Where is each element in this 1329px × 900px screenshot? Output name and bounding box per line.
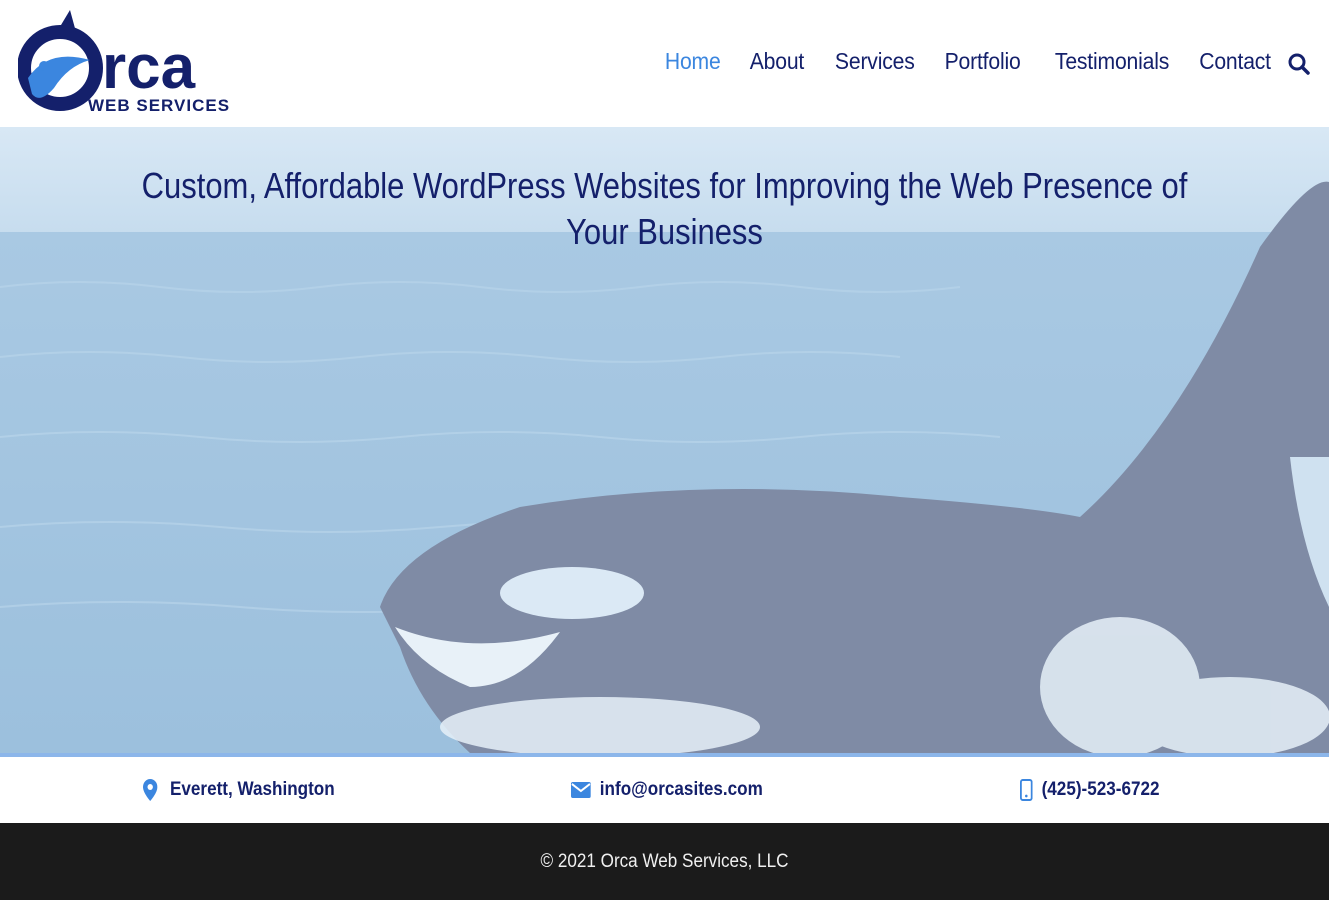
orca-logo[interactable]: rca WEB SERVICES xyxy=(17,8,238,118)
mobile-phone-icon xyxy=(1020,779,1033,801)
hero-title: Custom, Affordable WordPress Websites fo… xyxy=(141,165,1188,252)
logo-subtitle: WEB SERVICES xyxy=(88,96,230,115)
nav-home[interactable]: Home xyxy=(665,48,721,75)
nav-services[interactable]: Services xyxy=(835,48,915,75)
contact-phone[interactable]: (425)-523-6722 xyxy=(1020,779,1159,801)
contact-bar: Everett, Washington info@orcasites.com (… xyxy=(0,757,1329,823)
site-footer: © 2021 Orca Web Services, LLC xyxy=(0,823,1329,900)
nav-contact[interactable]: Contact xyxy=(1199,48,1271,75)
phone-text[interactable]: (425)-523-6722 xyxy=(1042,779,1160,801)
contact-email[interactable]: info@orcasites.com xyxy=(571,779,763,801)
search-icon[interactable] xyxy=(1287,52,1311,76)
nav-portfolio[interactable]: Portfolio xyxy=(945,48,1021,75)
hero-banner: Custom, Affordable WordPress Websites fo… xyxy=(0,127,1329,753)
nav-about[interactable]: About xyxy=(749,48,804,75)
contact-location: Everett, Washington xyxy=(143,779,335,801)
map-pin-icon xyxy=(143,779,161,801)
nav-testimonials[interactable]: Testimonials xyxy=(1055,48,1169,75)
copyright-text: © 2021 Orca Web Services, LLC xyxy=(540,851,789,872)
main-nav: Home About Services Portfolio Testimonia… xyxy=(636,48,1271,75)
location-text: Everett, Washington xyxy=(170,779,335,800)
logo-word: rca xyxy=(102,33,196,102)
email-text[interactable]: info@orcasites.com xyxy=(600,779,763,801)
site-header: rca WEB SERVICES Home About Services Por… xyxy=(0,0,1329,127)
envelope-icon xyxy=(571,782,591,798)
